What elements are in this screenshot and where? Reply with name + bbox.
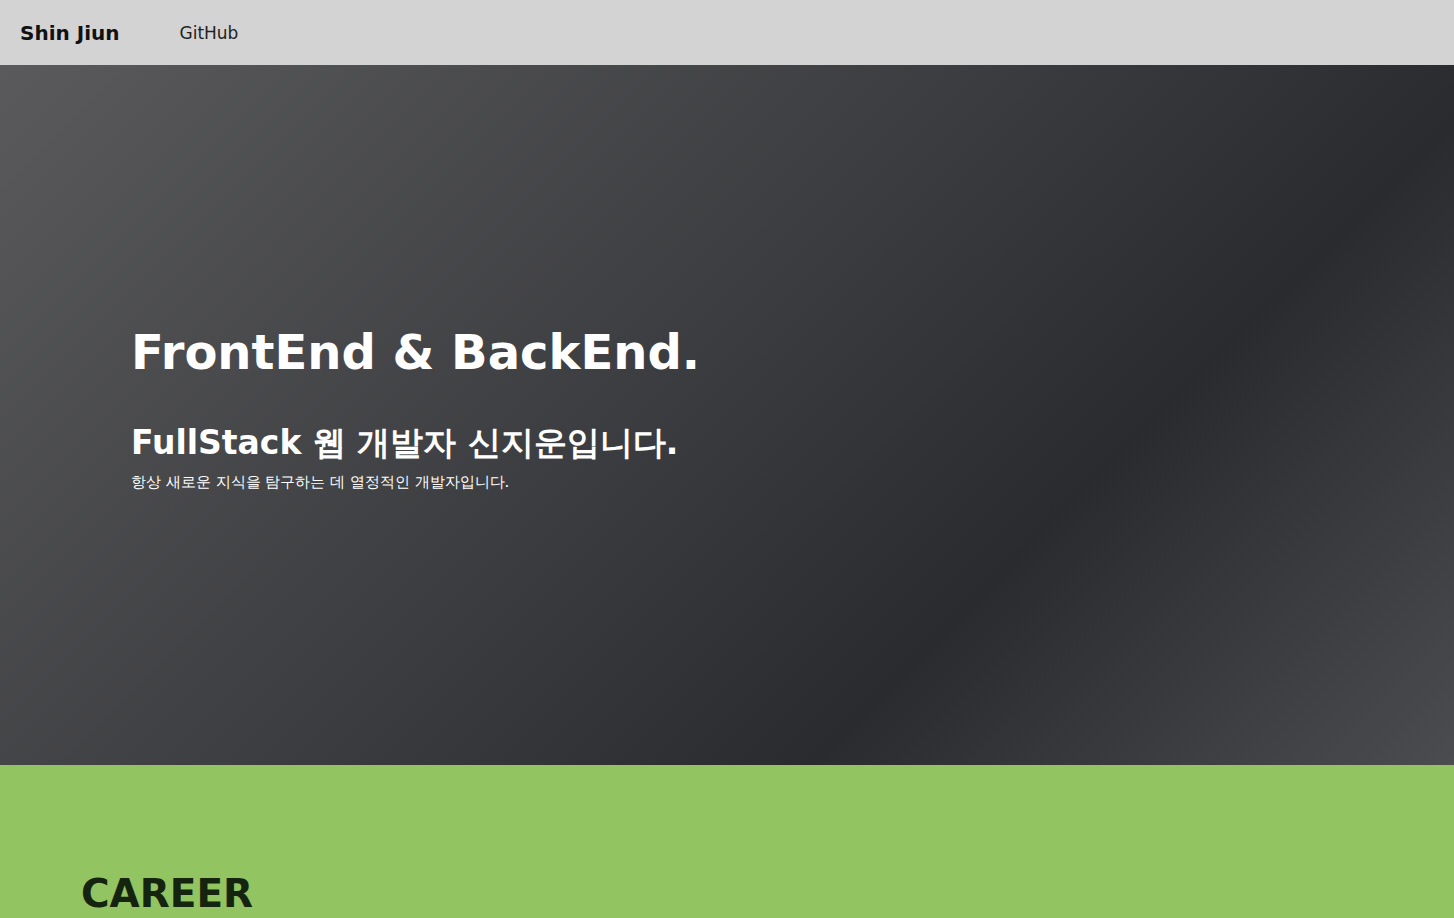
nav-link[interactable]: GitHub — [179, 23, 238, 43]
hero-subtitle: FullStack 웹 개발자 신지운입니다. — [131, 423, 1454, 463]
top-nav: Shin Jiun GitHub — [0, 0, 1454, 65]
hero-title: FrontEnd & BackEnd. — [131, 322, 1454, 382]
section-title: CAREER — [81, 871, 1373, 917]
brand-link[interactable]: Shin Jiun — [20, 21, 119, 45]
content-section: CAREER — [0, 765, 1454, 918]
page: Shin Jiun GitHub FrontEnd & BackEnd. FullSt… — [0, 0, 1454, 918]
hero-description: 항상 새로운 지식을 탐구하는 데 열정적인 개발자입니다. — [131, 472, 1454, 492]
hero-banner: FrontEnd & BackEnd. FullStack 웹 개발자 신지운입니… — [0, 65, 1454, 765]
